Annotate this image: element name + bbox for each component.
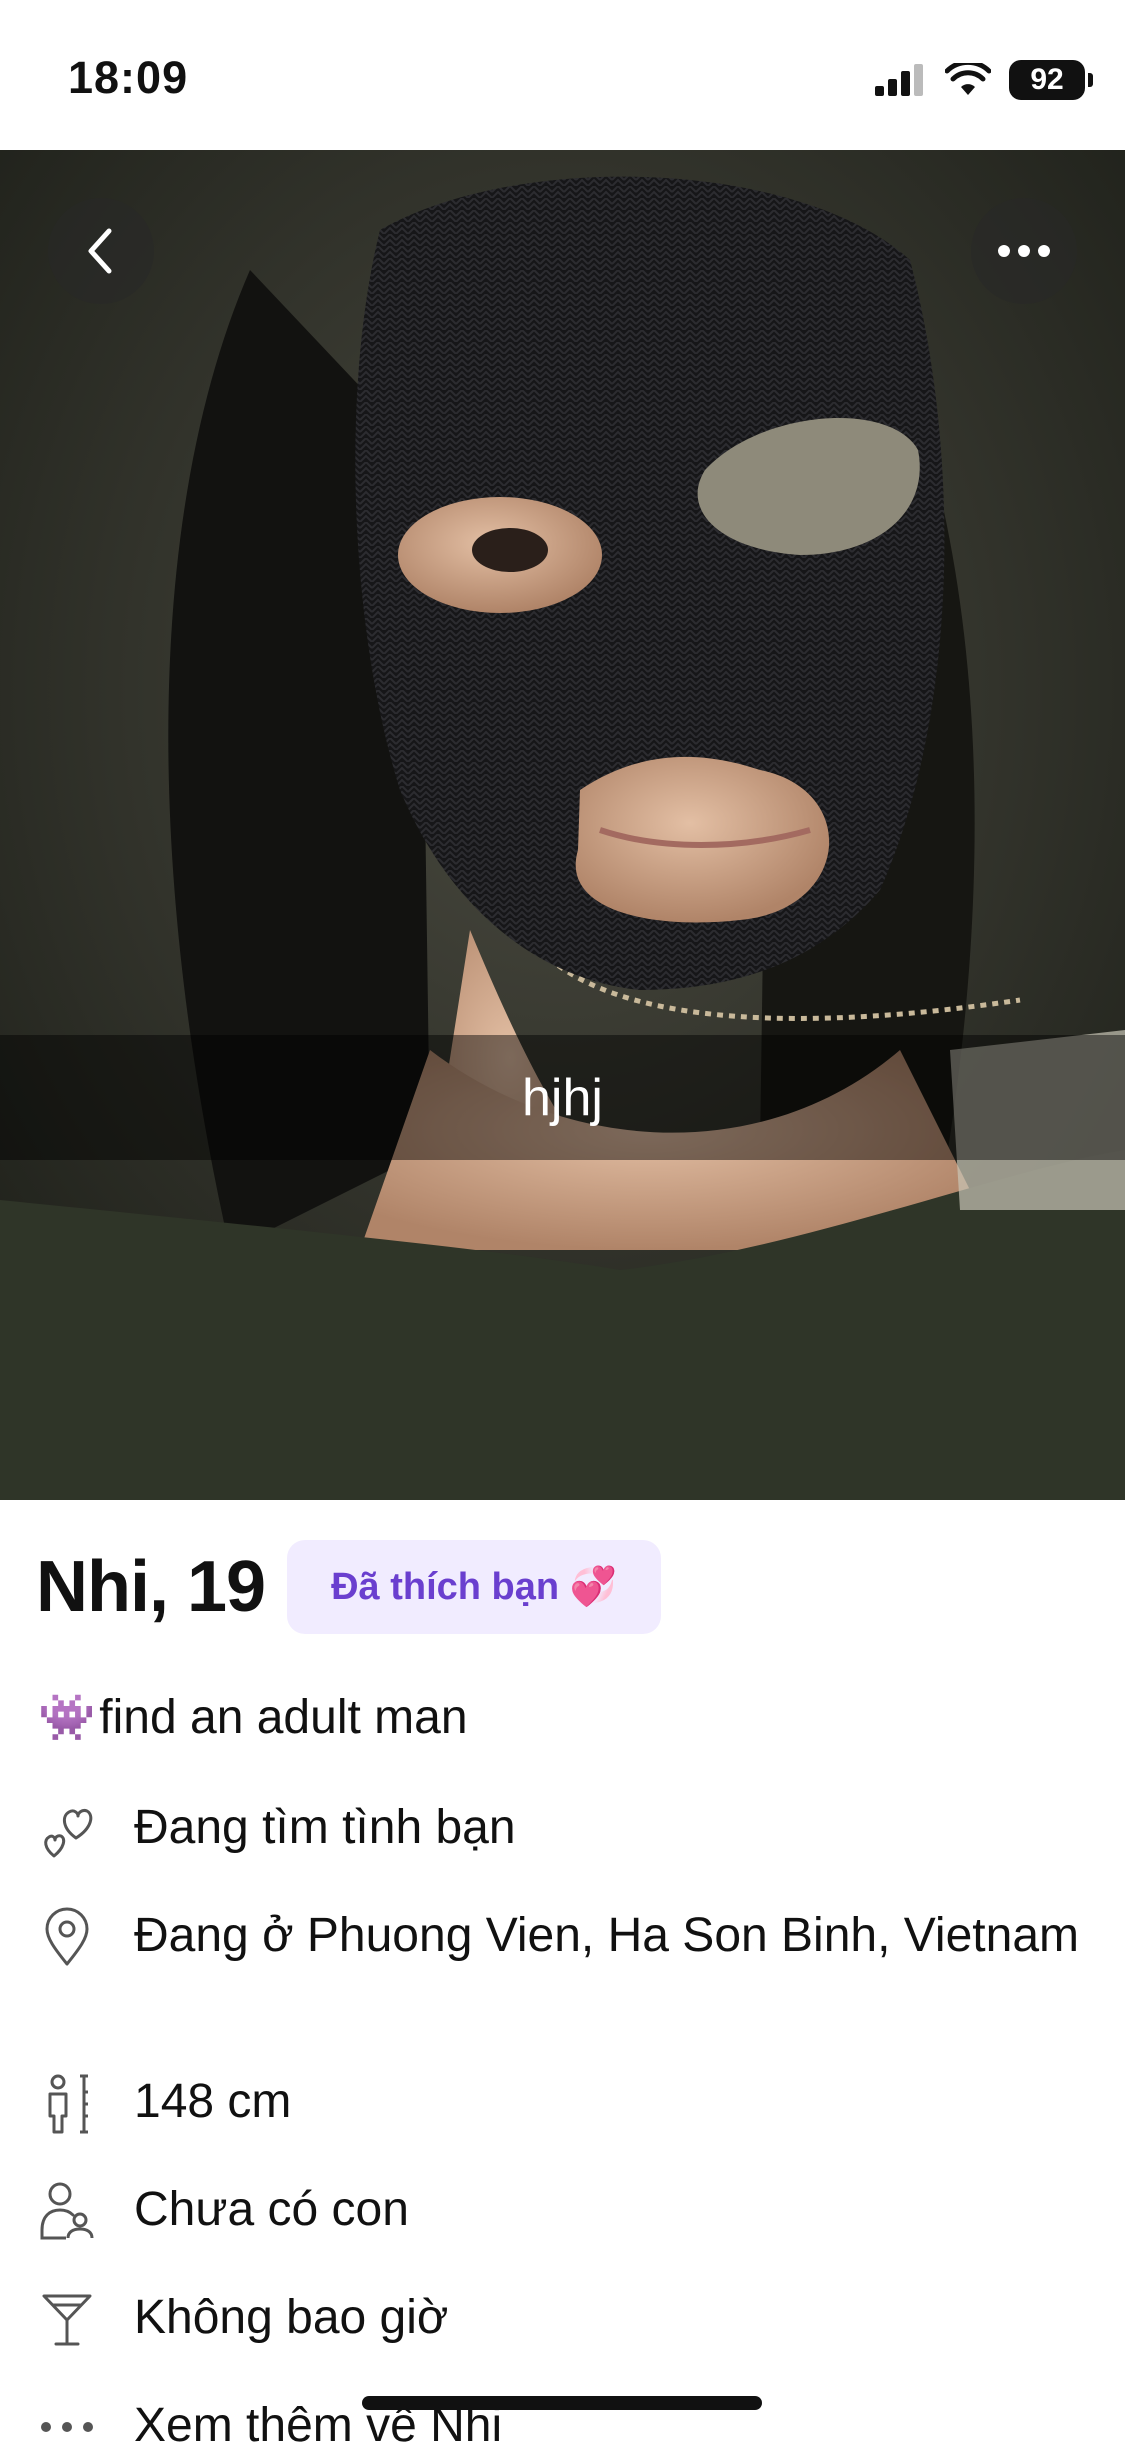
photo-caption-bar: hjhj xyxy=(0,1035,1125,1160)
detail-relationship-goal: Đang tìm tình bạn xyxy=(36,1798,1096,1860)
home-indicator[interactable] xyxy=(362,2396,762,2410)
back-button[interactable] xyxy=(48,198,154,304)
detail-children: Chưa có con xyxy=(36,2180,1096,2242)
location-pin-icon xyxy=(45,1907,89,1966)
wifi-icon xyxy=(945,63,991,95)
status-time: 18:09 xyxy=(68,52,189,103)
detail-text: 148 cm xyxy=(134,2075,292,2128)
cocktail-icon xyxy=(42,2294,92,2346)
bio-text: find an adult man xyxy=(99,1691,468,1744)
detail-text: Chưa có con xyxy=(134,2183,409,2236)
detail-text: Không bao giờ xyxy=(134,2291,449,2344)
status-icons: 92 xyxy=(875,60,1093,100)
photo-caption: hjhj xyxy=(522,1068,603,1127)
detail-height: 148 cm xyxy=(36,2072,1096,2134)
detail-text: Đang tìm tình bạn xyxy=(134,1801,516,1854)
profile-photo[interactable]: hjhj xyxy=(0,150,1125,1500)
ellipsis-icon xyxy=(998,245,1050,257)
battery-indicator: 92 xyxy=(1009,60,1093,100)
more-options-button[interactable] xyxy=(971,198,1077,304)
signal-icon xyxy=(875,64,923,96)
hearts-icon xyxy=(44,1809,93,1858)
alien-monster-emoji: 👾 xyxy=(38,1691,96,1743)
liked-you-badge: Đã thích bạn 💞 xyxy=(287,1540,661,1634)
profile-name-age: Nhi, 19 xyxy=(36,1547,266,1627)
detail-text: Đang ở Phuong Vien, Ha Son Binh, Vietnam xyxy=(134,1909,1079,1962)
status-bar: 18:09 92 xyxy=(0,0,1125,150)
photo-image xyxy=(0,150,1125,1500)
chevron-left-icon xyxy=(88,228,112,274)
children-icon xyxy=(40,2182,94,2240)
bio: 👾 find an adult man xyxy=(38,1690,468,1745)
name-row: Nhi, 19 Đã thích bạn 💞 xyxy=(36,1540,661,1634)
detail-location: Đang ở Phuong Vien, Ha Son Binh, Vietnam xyxy=(36,1906,1096,1968)
height-icon xyxy=(48,2074,88,2134)
more-dots-icon xyxy=(41,2422,93,2432)
detail-drinking: Không bao giờ xyxy=(36,2288,1096,2350)
